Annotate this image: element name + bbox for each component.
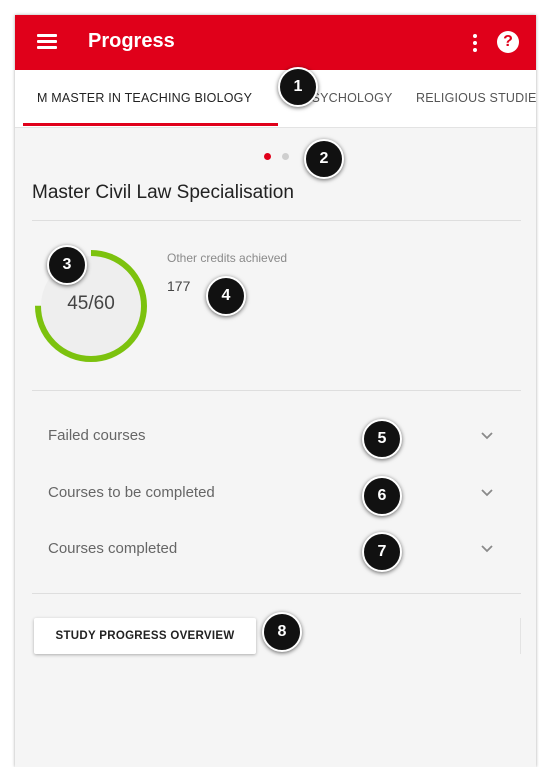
callout-badge: 5 xyxy=(362,419,402,459)
chevron-down-icon[interactable] xyxy=(480,486,494,500)
page-dot[interactable] xyxy=(282,153,289,160)
callout-badge: 8 xyxy=(262,612,302,652)
callout-badge: 2 xyxy=(304,139,344,179)
more-vert-icon[interactable] xyxy=(473,34,477,52)
credits-progress-text: 45/60 xyxy=(67,293,115,314)
accordion-label: Courses to be completed xyxy=(48,484,215,501)
callout-badge: 3 xyxy=(47,245,87,285)
accordion-courses-completed[interactable]: Courses completed xyxy=(32,525,521,575)
hamburger-menu-icon[interactable] xyxy=(37,34,57,50)
active-tab-indicator xyxy=(23,123,278,126)
chevron-down-icon[interactable] xyxy=(480,542,494,556)
tab-religious-studies[interactable]: RELIGIOUS STUDIE xyxy=(416,70,536,127)
help-circle-icon[interactable]: ? xyxy=(497,31,519,53)
program-tabs: M MASTER IN TEACHING BIOLOGY PSYCHOLOGY … xyxy=(15,70,536,128)
app-window: Progress ? M MASTER IN TEACHING BIOLOGY … xyxy=(15,15,536,767)
accordion-label: Courses completed xyxy=(48,540,178,557)
divider xyxy=(32,220,521,221)
other-credits-value: 177 xyxy=(167,278,191,294)
callout-badge: 6 xyxy=(362,476,402,516)
app-bar: Progress ? xyxy=(15,15,536,70)
accordion-failed-courses[interactable]: Failed courses xyxy=(32,412,521,462)
study-progress-overview-button[interactable]: STUDY PROGRESS OVERVIEW xyxy=(34,618,256,654)
divider xyxy=(32,593,521,594)
divider xyxy=(520,618,521,654)
callout-badge: 1 xyxy=(278,67,318,107)
divider xyxy=(32,390,521,391)
chevron-down-icon[interactable] xyxy=(480,429,494,443)
specialisation-title: Master Civil Law Specialisation xyxy=(32,182,294,203)
callout-badge: 7 xyxy=(362,532,402,572)
page-dot-active[interactable] xyxy=(264,153,271,160)
app-title: Progress xyxy=(88,30,175,52)
accordion-label: Failed courses xyxy=(48,427,146,444)
tab-master-teaching-biology[interactable]: M MASTER IN TEACHING BIOLOGY xyxy=(37,70,252,127)
callout-badge: 4 xyxy=(206,276,246,316)
other-credits-label: Other credits achieved xyxy=(167,251,288,265)
accordion-courses-to-be-completed[interactable]: Courses to be completed xyxy=(32,469,521,519)
